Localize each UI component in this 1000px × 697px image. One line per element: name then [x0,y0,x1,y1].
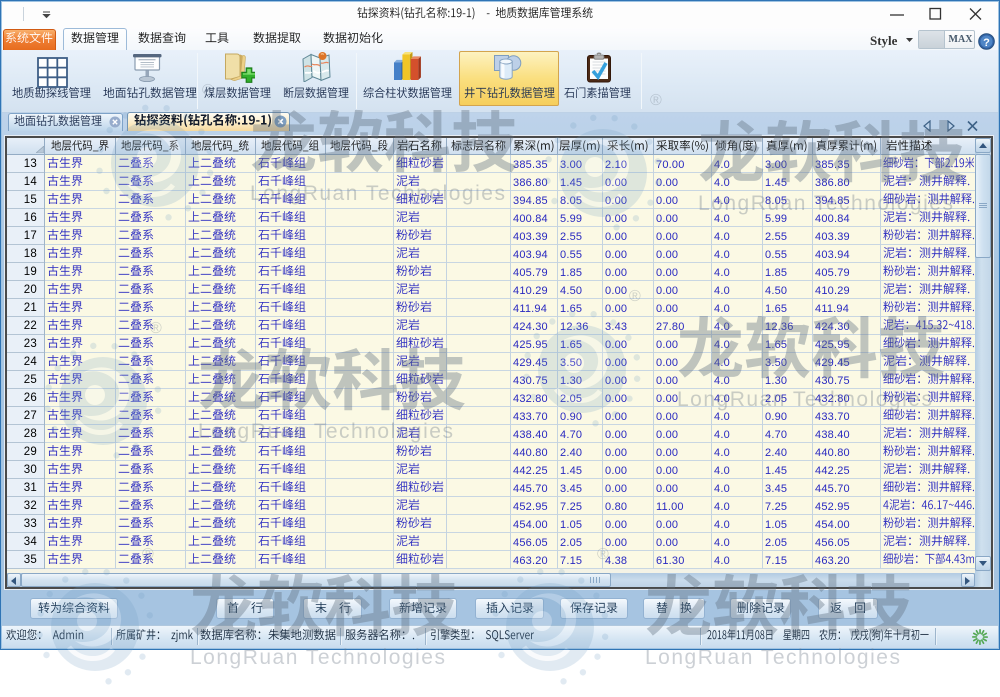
svg-text:?: ? [983,37,990,49]
